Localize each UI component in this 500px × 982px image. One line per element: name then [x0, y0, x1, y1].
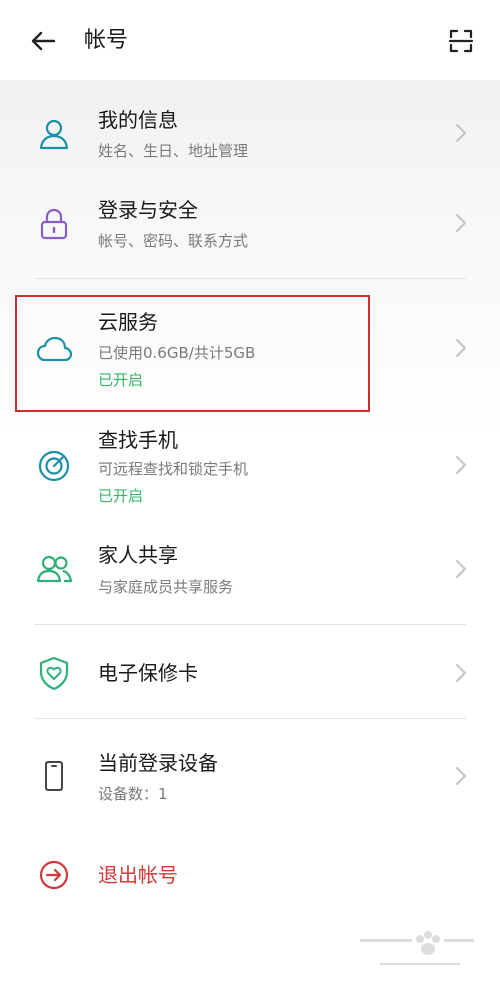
phone-device-icon: [45, 761, 63, 791]
back-button[interactable]: [26, 24, 60, 58]
family-icon: [36, 555, 73, 583]
menu-item-label: 云服务: [98, 310, 158, 334]
status-badge: 已开启: [98, 487, 144, 505]
device-count-text: 设备数：1: [98, 785, 168, 803]
cloud-icon: [36, 336, 73, 362]
menu-item-label: 查找手机: [98, 428, 178, 452]
chevron-right-icon: [456, 664, 466, 682]
top-bar: 帐号: [0, 0, 500, 80]
logout-label: 退出帐号: [98, 863, 178, 887]
menu-item-label: 电子保修卡: [98, 661, 198, 685]
radar-icon: [38, 450, 70, 482]
chevron-right-icon: [456, 124, 466, 142]
chevron-right-icon: [456, 560, 466, 578]
section-divider: [34, 624, 466, 625]
logout-button[interactable]: 退出帐号: [0, 850, 500, 900]
menu-item-cloud-service[interactable]: 云服务 已使用0.6GB/共计5GB 已开启: [0, 298, 500, 410]
lock-icon: [40, 208, 68, 240]
watermark-logo: [360, 931, 474, 965]
menu-item-find-phone[interactable]: 查找手机 可远程查找和锁定手机 已开启: [0, 424, 500, 514]
storage-usage-text: 已使用0.6GB/共计5GB: [98, 344, 256, 362]
logout-icon: [39, 860, 69, 890]
menu-item-family-sharing[interactable]: 家人共享 与家庭成员共享服务: [0, 532, 500, 606]
scan-icon: [448, 29, 474, 53]
chevron-right-icon: [456, 456, 466, 474]
arrow-left-icon: [31, 31, 56, 51]
menu-item-subtitle: 可远程查找和锁定手机: [98, 460, 249, 478]
page-title: 帐号: [84, 28, 129, 53]
menu-item-subtitle: 帐号、密码、联系方式: [98, 232, 249, 250]
menu-item-label: 当前登录设备: [98, 751, 218, 775]
section-divider: [34, 278, 466, 279]
scan-button[interactable]: [444, 24, 478, 58]
menu-item-warranty-card[interactable]: 电子保修卡: [0, 648, 500, 698]
chevron-right-icon: [456, 767, 466, 785]
menu-item-my-info[interactable]: 我的信息 姓名、生日、地址管理: [0, 98, 500, 170]
menu-item-label: 家人共享: [98, 543, 178, 567]
status-badge: 已开启: [98, 371, 144, 389]
chevron-right-icon: [456, 214, 466, 232]
section-divider: [34, 718, 466, 719]
shield-heart-icon: [39, 656, 69, 691]
menu-item-logged-in-devices[interactable]: 当前登录设备 设备数：1: [0, 740, 500, 812]
menu-item-subtitle: 与家庭成员共享服务: [98, 578, 234, 596]
person-icon: [39, 119, 69, 150]
menu-item-label: 登录与安全: [98, 198, 198, 222]
chevron-right-icon: [456, 339, 466, 357]
menu-item-label: 我的信息: [98, 108, 178, 132]
menu-item-login-security[interactable]: 登录与安全 帐号、密码、联系方式: [0, 188, 500, 260]
menu-item-subtitle: 姓名、生日、地址管理: [98, 142, 249, 160]
